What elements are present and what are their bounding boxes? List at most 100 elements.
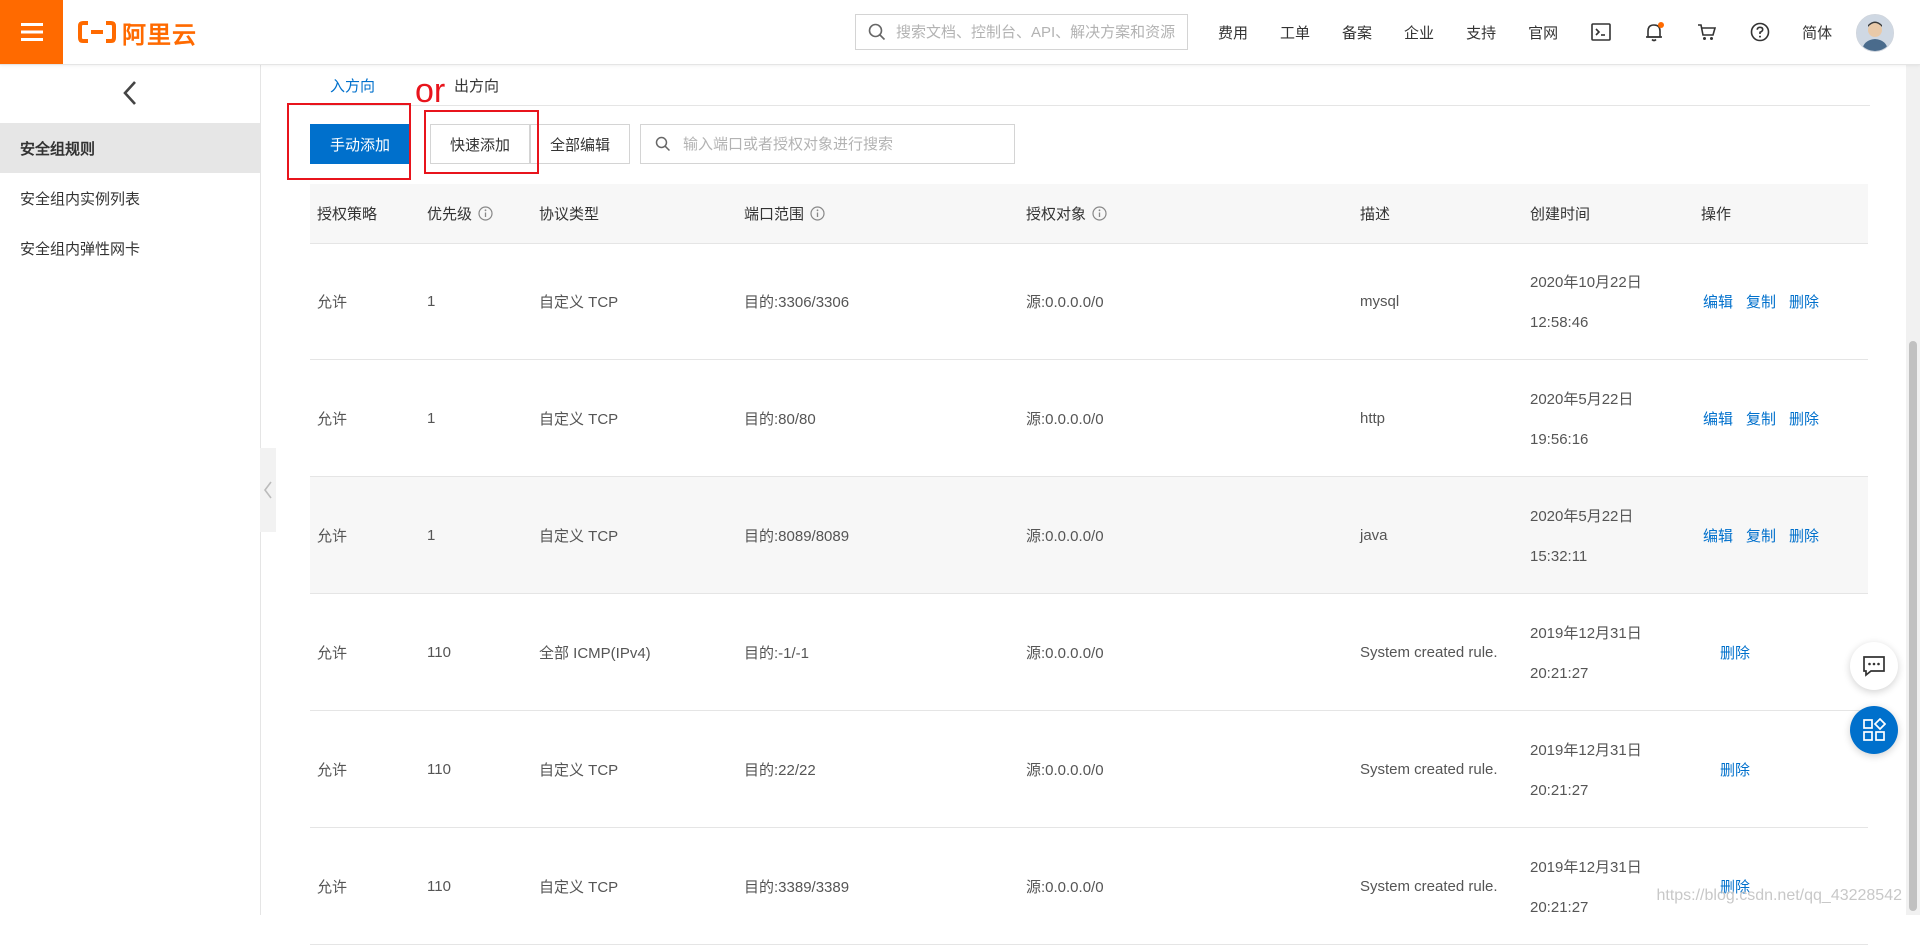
cell-authorized-object: 源:0.0.0.0/0 — [1026, 293, 1104, 311]
global-search — [855, 14, 1188, 50]
quick-add-button[interactable]: 快速添加 — [430, 124, 530, 164]
cell-created-time: 2020年10月22日 12:58:46 — [1530, 243, 1642, 359]
cell-policy: 允许 — [317, 293, 348, 311]
cell-authorized-object: 源:0.0.0.0/0 — [1026, 410, 1104, 428]
table-header: 授权策略 优先级 协议类型 端口范围 授权对象 描述 创建时间 操作 — [310, 184, 1868, 244]
created-date: 2020年5月22日 — [1530, 391, 1634, 408]
cell-created-time: 2019年12月31日 20:21:27 — [1530, 594, 1642, 710]
delete-link[interactable]: 删除 — [1789, 525, 1819, 546]
cell-created-time: 2019年12月31日 20:21:27 — [1530, 828, 1642, 944]
info-icon[interactable] — [810, 206, 825, 221]
cell-port-range: 目的:3306/3306 — [744, 293, 850, 311]
cell-priority: 110 — [427, 877, 451, 895]
help-button[interactable] — [1733, 0, 1786, 64]
info-icon[interactable] — [1092, 206, 1107, 221]
scrollbar-thumb[interactable] — [1909, 341, 1917, 911]
copy-link[interactable]: 复制 — [1746, 408, 1776, 429]
rule-search — [640, 124, 1015, 164]
delete-link[interactable]: 删除 — [1789, 408, 1819, 429]
delete-link[interactable]: 删除 — [1720, 759, 1750, 780]
header-label: 端口范围 — [744, 206, 805, 223]
delete-link[interactable]: 删除 — [1789, 291, 1819, 312]
cell-created-time: 2020年5月22日 15:32:11 — [1530, 477, 1633, 593]
top-bar: 阿里云 费用 工单 备案 企业 支持 官网 — [0, 0, 1920, 65]
global-search-input[interactable] — [894, 22, 1183, 42]
table-row: 允许 1 自定义 TCP 目的:80/80 源:0.0.0.0/0 http 2… — [310, 360, 1868, 477]
table-row: 允许 1 自定义 TCP 目的:3306/3306 源:0.0.0.0/0 my… — [310, 243, 1868, 360]
language-switch[interactable]: 简体 — [1786, 0, 1848, 64]
cell-protocol: 自定义 TCP — [539, 527, 619, 545]
sidebar-collapse-handle[interactable] — [260, 448, 276, 532]
nav-fees[interactable]: 费用 — [1202, 0, 1264, 64]
search-icon — [655, 136, 670, 152]
cell-actions: 编辑 复制 删除 — [1703, 243, 1819, 359]
header-label: 授权策略 — [317, 206, 378, 223]
terminal-button[interactable] — [1574, 0, 1627, 64]
table-row: 允许 1 自定义 TCP 目的:8089/8089 源:0.0.0.0/0 ja… — [310, 477, 1868, 594]
tab-outbound[interactable]: 出方向 — [454, 65, 499, 105]
page-scrollbar[interactable] — [1906, 65, 1920, 915]
feedback-button[interactable] — [1850, 642, 1898, 690]
cell-description: System created rule. — [1360, 877, 1498, 895]
cell-protocol: 自定义 TCP — [539, 761, 619, 779]
table-row: 允许 110 全部 ICMP(IPv4) 目的:-1/-1 源:0.0.0.0/… — [310, 594, 1868, 711]
cell-protocol: 自定义 TCP — [539, 878, 619, 896]
table-row: 允许 110 自定义 TCP 目的:3389/3389 源:0.0.0.0/0 … — [310, 828, 1868, 945]
cell-actions: 编辑 复制 删除 — [1703, 477, 1819, 593]
nav-icp[interactable]: 备案 — [1326, 0, 1388, 64]
chat-icon — [1863, 656, 1885, 677]
menu-button[interactable] — [0, 0, 63, 64]
edit-all-button[interactable]: 全部编辑 — [530, 124, 630, 164]
sidebar-item-security-group-rules[interactable]: 安全组规则 — [0, 123, 260, 173]
cell-created-time: 2019年12月31日 20:21:27 — [1530, 711, 1642, 827]
cell-description: mysql — [1360, 292, 1400, 310]
delete-link[interactable]: 删除 — [1720, 642, 1750, 663]
header-label: 描述 — [1360, 206, 1391, 223]
header-policy: 授权策略 — [317, 184, 377, 243]
header-protocol: 协议类型 — [539, 184, 599, 243]
header-label: 操作 — [1701, 206, 1732, 223]
cell-actions: 删除 — [1720, 711, 1750, 827]
copy-link[interactable]: 复制 — [1746, 525, 1776, 546]
info-icon[interactable] — [478, 206, 493, 221]
logo[interactable]: 阿里云 — [78, 14, 197, 50]
nav-support[interactable]: 支持 — [1450, 0, 1512, 64]
avatar-icon — [1857, 15, 1893, 51]
chevron-left-icon — [264, 481, 272, 499]
edit-link[interactable]: 编辑 — [1703, 291, 1733, 312]
header-authorized-object: 授权对象 — [1026, 184, 1107, 243]
tab-inbound[interactable]: 入方向 — [330, 65, 375, 105]
sidebar-item-instance-list[interactable]: 安全组内实例列表 — [0, 173, 260, 223]
cart-button[interactable] — [1680, 0, 1733, 64]
apps-grid-icon — [1863, 718, 1886, 741]
cell-actions: 编辑 复制 删除 — [1703, 360, 1819, 476]
cell-policy: 允许 — [317, 644, 348, 662]
rule-search-input[interactable] — [680, 134, 1014, 154]
notification-button[interactable] — [1627, 0, 1680, 64]
cell-authorized-object: 源:0.0.0.0/0 — [1026, 878, 1104, 896]
manual-add-button[interactable]: 手动添加 — [310, 124, 410, 164]
edit-link[interactable]: 编辑 — [1703, 525, 1733, 546]
header-priority: 优先级 — [427, 184, 493, 243]
edit-link[interactable]: 编辑 — [1703, 408, 1733, 429]
apps-button[interactable] — [1850, 706, 1898, 754]
sidebar-item-eni-list[interactable]: 安全组内弹性网卡 — [0, 223, 260, 273]
cell-priority: 110 — [427, 760, 451, 778]
created-clock: 15:32:11 — [1530, 548, 1588, 565]
hamburger-icon — [20, 23, 43, 41]
header-created-time: 创建时间 — [1530, 184, 1590, 243]
created-clock: 12:58:46 — [1530, 314, 1589, 331]
back-button[interactable] — [0, 65, 260, 121]
table-row: 允许 110 自定义 TCP 目的:22/22 源:0.0.0.0/0 Syst… — [310, 711, 1868, 828]
cell-created-time: 2020年5月22日 19:56:16 — [1530, 360, 1633, 476]
terminal-icon — [1590, 23, 1611, 41]
cell-port-range: 目的:-1/-1 — [744, 644, 810, 662]
cell-description: System created rule. — [1360, 760, 1498, 778]
user-avatar[interactable] — [1856, 14, 1894, 52]
nav-tickets[interactable]: 工单 — [1264, 0, 1326, 64]
search-icon — [868, 23, 886, 41]
nav-enterprise[interactable]: 企业 — [1388, 0, 1450, 64]
nav-official-site[interactable]: 官网 — [1512, 0, 1574, 64]
header-description: 描述 — [1360, 184, 1390, 243]
copy-link[interactable]: 复制 — [1746, 291, 1776, 312]
